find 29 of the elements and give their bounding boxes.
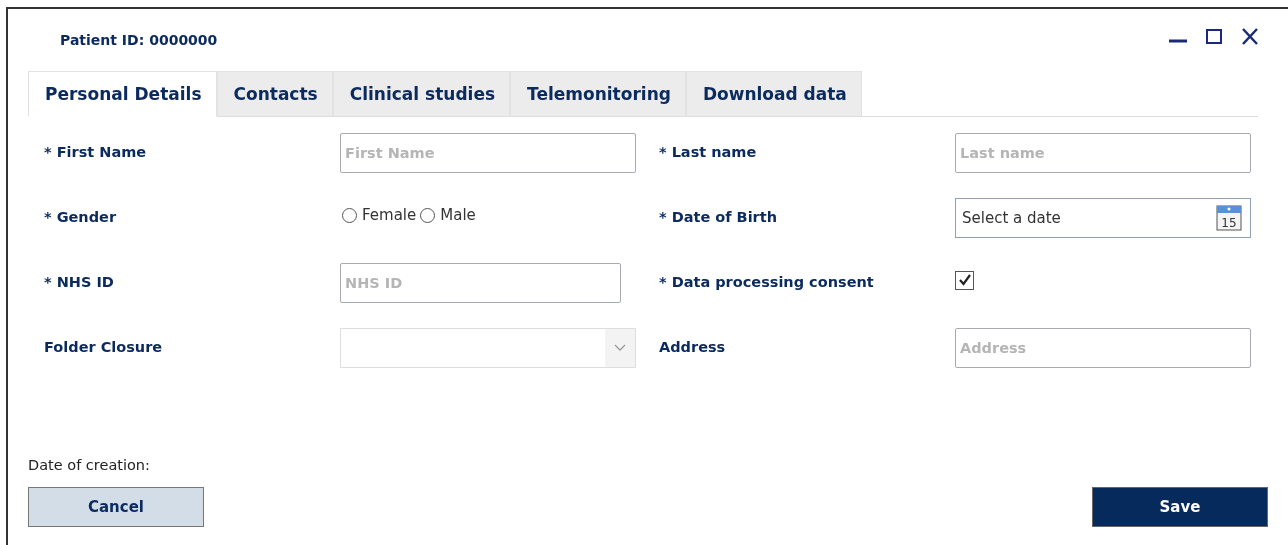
radio-label: Female [362,204,417,226]
field-label: Folder Closure [44,338,164,358]
date-of-creation-label: Date of creation: [28,456,150,475]
maximize-icon[interactable] [1204,27,1224,46]
window-title: Patient ID: 0000000 [60,31,218,50]
radio-label: Male [440,204,476,226]
input-field[interactable]: Address [955,328,1251,368]
input-field[interactable]: NHS ID [340,263,621,303]
tab[interactable]: Clinical studies [332,71,511,117]
close-icon[interactable] [1240,27,1260,46]
field-label: * Gender [44,208,118,228]
field-label: * Date of Birth [659,208,778,228]
checkbox[interactable] [955,270,974,290]
field-label: * Data processing consent [659,273,875,293]
tab[interactable]: Personal Details [28,71,217,117]
input-field[interactable]: First Name [340,133,636,173]
field-label: * NHS ID [44,273,115,293]
field-label: Address [659,338,727,358]
input-field[interactable]: Last name [955,133,1251,173]
date-field[interactable]: Select a date 15 [955,198,1251,238]
save-button[interactable]: Save [1092,487,1268,527]
tab[interactable]: Download data [685,71,862,117]
cancel-button[interactable]: Cancel [28,487,204,527]
calendar-icon[interactable]: 15 [1216,205,1242,231]
date-value: Select a date [962,207,1061,229]
tab[interactable]: Telemonitoring [510,71,686,117]
field-label: * Last name [659,143,758,163]
tab[interactable]: Contacts [216,71,333,117]
field-label: * First Name [44,143,148,163]
